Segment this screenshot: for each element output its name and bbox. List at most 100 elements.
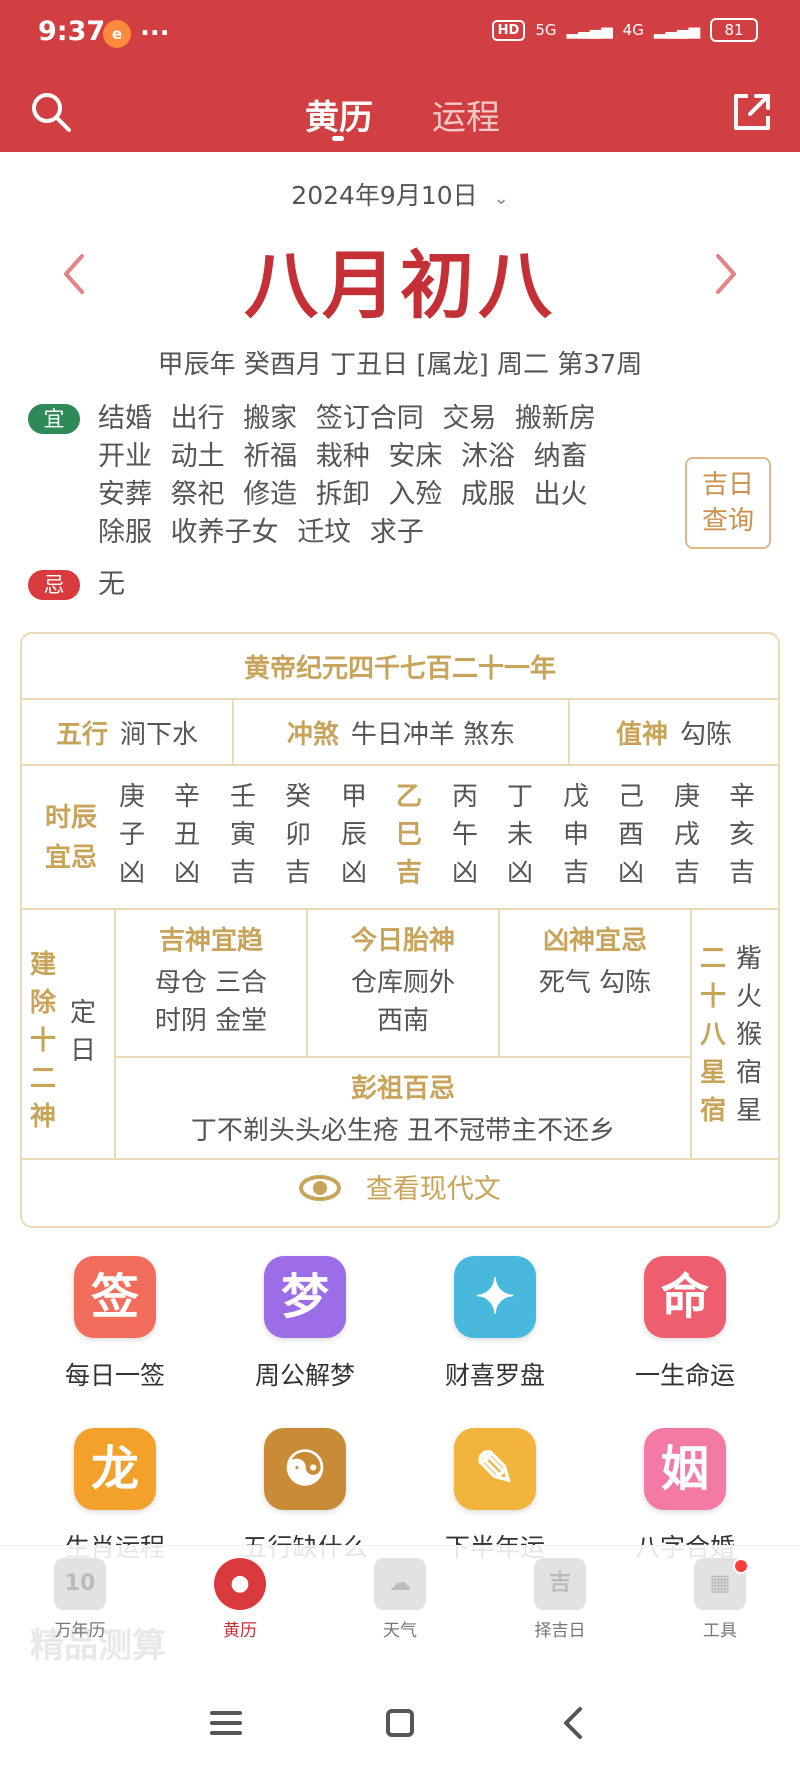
xingxiu-title: 二十八星宿 [699,944,726,1126]
battery-indicator: 81 [710,18,758,42]
tool-second-half-fortune[interactable]: ✎ 下半年运 [400,1428,590,1564]
bottom-nav-huangli[interactable]: ● 黄历 [185,1558,295,1641]
more-status-icon: ... [140,12,170,42]
tool-marriage-match[interactable]: 姻 八字合婚 [590,1428,780,1564]
shichen-stem: 己 [617,782,644,812]
jishen-title: 吉神宜趋 [158,926,263,956]
yi-item: 出火 [533,479,588,510]
menu-icon[interactable] [206,1703,246,1743]
yi-item: 出行 [170,403,225,434]
wuxing-cell: 五行 涧下水 [22,700,232,764]
deity-section: 建除十二神 定日 吉神宜趋 母仓 三合 时阴 金堂 今日胎神 仓库厕外 西南 凶… [22,910,778,1158]
chongsha-cell: 冲煞 牛日冲羊 煞东 [234,700,568,764]
yi-items: 结婚 出行 搬家 签订合同 交易 搬新房 开业 动土 祈福 栽种 安床 沐浴 纳… [98,400,658,552]
tool-life-fortune[interactable]: 命 一生命运 [590,1256,780,1392]
compass-icon: ✦ [454,1256,536,1338]
taishen-line-2: 西南 [376,1006,429,1036]
shichen-stem: 庚 [673,782,700,812]
view-modern-text-button[interactable]: 查看现代文 [22,1154,778,1226]
shichen-branch: 寅 [229,820,256,850]
yi-item: 成服 [460,479,515,510]
shichen-column: 辛丑凶 [170,778,204,892]
shichen-result: 吉 [395,858,422,888]
wuxing-value: 涧下水 [120,719,199,750]
yi-item: 沐浴 [460,441,515,472]
share-icon[interactable] [728,88,776,136]
fortune-icon: 命 [644,1256,726,1338]
yi-item: 祈福 [243,441,298,472]
home-icon[interactable] [380,1703,420,1743]
yi-item: 除服 [98,517,152,548]
shichen-branch: 卯 [284,820,311,850]
top-header: 9:37 e ... HD 5G ▂▃▄▅ 4G ▂▃▄▅ 81 黄历 运程 [0,0,800,152]
jishen-line-1: 母仓 三合 [154,968,268,998]
tab-yuncheng[interactable]: 运程 [432,90,500,139]
dream-icon: 梦 [264,1256,346,1338]
bottom-nav-weather[interactable]: ☁ 天气 [345,1558,455,1641]
shichen-column: 辛亥吉 [725,778,759,892]
lucky-day-line-1: 吉日 [701,470,754,500]
solar-date-selector[interactable]: 2024年9月10日 ⌄ [0,176,800,212]
yi-item: 动土 [170,441,225,472]
wuxing-label: 五行 [55,719,108,750]
bottom-nav-calendar[interactable]: 10 万年历 [25,1558,135,1641]
shichen-label-line-2: 宜忌 [44,843,97,873]
lucky-day-line-2: 查询 [701,506,754,536]
next-day-icon[interactable] [710,252,742,296]
pengzu-box: 彭祖百忌 丁不剃头头必生疮 丑不冠带主不还乡 [116,1070,690,1150]
shichen-branch: 申 [562,820,589,850]
shichen-stem: 戊 [562,782,589,812]
chongsha-value: 牛日冲羊 煞东 [350,719,516,750]
shichen-branch: 巳 [395,820,422,850]
shichen-result: 凶 [506,858,533,888]
zhishen-cell: 值神 勾陈 [570,700,778,764]
chevron-down-icon: ⌄ [493,188,509,209]
shichen-stem: 乙 [395,782,422,812]
network-5g-indicator: 5G [535,21,557,39]
tool-dream-interpretation[interactable]: 梦 周公解梦 [210,1256,400,1392]
status-time: 9:37 [38,16,106,47]
bottom-nav-tools[interactable]: ▦ 工具 [665,1558,775,1641]
xiongshen-title: 凶神宜忌 [542,926,647,956]
tool-five-elements[interactable]: ☯ 五行缺什么 [210,1428,400,1564]
shichen-result: 吉 [562,858,589,888]
yi-item: 安床 [388,441,443,472]
shichen-result: 凶 [173,858,200,888]
yi-item: 入殓 [388,479,443,510]
tool-daily-lot[interactable]: 签 每日一签 [20,1256,210,1392]
shichen-column: 壬寅吉 [226,778,260,892]
notification-dot [733,1558,749,1574]
shichen-branch: 丑 [173,820,200,850]
bottom-nav-lucky-day[interactable]: 吉 择吉日 [505,1558,615,1641]
lucky-day-search-button[interactable]: 吉日 查询 [685,457,771,549]
shichen-stem: 辛 [728,782,755,812]
jishen-line-2: 时阴 金堂 [154,1006,268,1036]
yi-item: 求子 [369,517,424,548]
deity-divider [690,910,692,1158]
shichen-label-line-1: 时辰 [44,803,97,833]
tab-huangli[interactable]: 黄历 [305,90,373,139]
shichen-branch: 未 [506,820,533,850]
shichen-label: 时辰 宜忌 [42,766,100,878]
app-notification-icon: e [103,20,131,48]
bagua-icon: ☯ [264,1428,346,1510]
modern-text-label: 查看现代文 [365,1174,501,1205]
taishen-box: 今日胎神 仓库厕外 西南 [308,922,498,1040]
yellow-emperor-era: 黄帝纪元四千七百二十一年 [243,653,556,684]
shichen-stem: 丁 [506,782,533,812]
taishen-line-1: 仓库厕外 [350,968,455,998]
back-icon[interactable] [554,1703,594,1743]
yi-item: 祭祀 [170,479,225,510]
tool-compass[interactable]: ✦ 财喜罗盘 [400,1256,590,1392]
shichen-column: 庚戌吉 [670,778,704,892]
weather-icon: ☁ [374,1558,426,1610]
yi-item: 栽种 [315,441,370,472]
shichen-branch: 亥 [728,820,755,850]
shichen-stem: 癸 [284,782,311,812]
hd-indicator: HD [491,19,526,41]
signal-icon: ▂▃▄▅ [566,21,613,39]
tool-zodiac-fortune[interactable]: 龙 生肖运程 [20,1428,210,1564]
summary-row: 五行 涧下水 冲煞 牛日冲羊 煞东 值神 勾陈 [22,700,778,766]
yi-item: 搬新房 [514,403,596,434]
search-icon[interactable] [27,88,75,136]
